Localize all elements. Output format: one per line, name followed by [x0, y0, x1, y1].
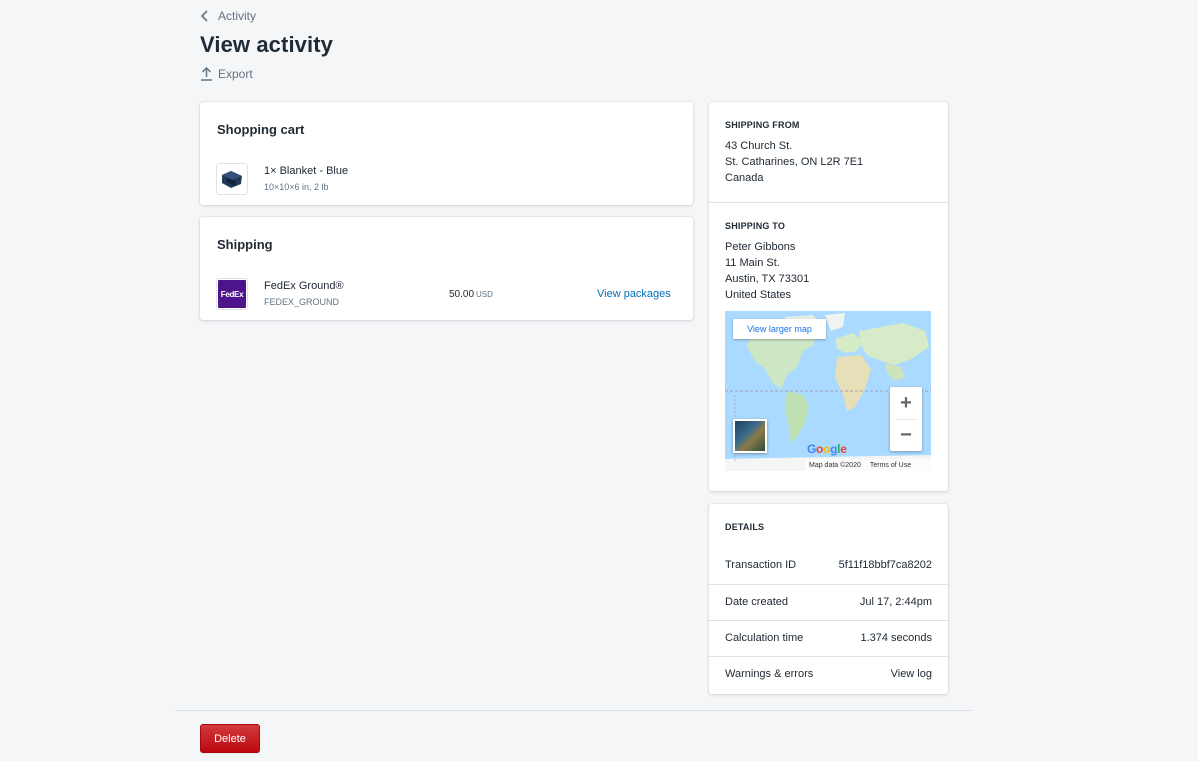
product-thumbnail: [216, 163, 248, 195]
to-line-1: Peter Gibbons: [725, 241, 796, 253]
activity-page: Activity View activity Export Shopping c…: [0, 0, 1198, 761]
export-button[interactable]: Export: [200, 67, 253, 81]
breadcrumb-back[interactable]: Activity: [200, 9, 256, 23]
export-label: Export: [218, 67, 253, 81]
service-code: FEDEX_GROUND: [264, 297, 340, 307]
shipping-title: Shipping: [217, 237, 273, 252]
footer-divider: [175, 710, 973, 711]
to-line-3: Austin, TX 73301: [725, 273, 810, 285]
details-label: DETAILS: [725, 522, 765, 532]
item-name: 1× Blanket - Blue: [264, 165, 349, 177]
detail-row-date-created: Date created Jul 17, 2:44pm: [709, 584, 948, 620]
carrier-logo: FedEx: [216, 278, 248, 310]
chevron-left-icon: [200, 10, 208, 22]
satellite-toggle-button[interactable]: [733, 419, 767, 453]
map-data-credit: Map data ©2020: [809, 461, 861, 469]
detail-key: Transaction ID: [725, 559, 797, 571]
from-line-1: 43 Church St.: [725, 140, 793, 152]
zoom-in-button[interactable]: +: [890, 387, 922, 419]
to-line-2: 11 Main St.: [725, 257, 780, 269]
view-packages-link[interactable]: View packages: [597, 288, 671, 300]
detail-value: 5f11f18bbf7ca8202: [838, 559, 932, 571]
detail-value: Jul 17, 2:44pm: [859, 596, 932, 608]
detail-row-warnings: Warnings & errors View log: [709, 656, 948, 692]
from-line-2: St. Catharines, ON L2R 7E1: [725, 156, 864, 168]
google-logo: Google: [807, 442, 847, 456]
shipping-from-label: SHIPPING FROM: [725, 120, 800, 130]
view-larger-map-button[interactable]: View larger map: [733, 319, 826, 339]
blanket-image-icon: [222, 171, 242, 188]
zoom-controls: + −: [890, 387, 922, 451]
map-footer: Map data ©2020 Terms of Use: [805, 459, 931, 471]
item-dimensions: 10×10×6 in, 2 lb: [264, 182, 329, 192]
page-title: View activity: [200, 32, 333, 57]
detail-value: 1.374 seconds: [860, 632, 932, 644]
details-card: DETAILS Transaction ID 5f11f18bbf7ca8202…: [709, 504, 948, 694]
delete-button[interactable]: Delete: [200, 724, 260, 753]
terms-of-use-link[interactable]: Terms of Use: [870, 462, 911, 469]
upload-icon: [201, 67, 212, 81]
from-line-3: Canada: [725, 172, 764, 184]
detail-row-transaction-id: Transaction ID 5f11f18bbf7ca8202: [709, 548, 948, 584]
world-map[interactable]: View larger map + − Google Map data ©202…: [725, 311, 931, 471]
detail-key: Date created: [725, 596, 788, 608]
view-log-link[interactable]: View log: [891, 668, 932, 680]
detail-row-calculation-time: Calculation time 1.374 seconds: [709, 620, 948, 656]
shopping-cart-card: Shopping cart 1× Blanket - Blue 10×10×6 …: [200, 102, 693, 205]
cart-title: Shopping cart: [217, 122, 305, 137]
breadcrumb-label: Activity: [218, 9, 257, 23]
to-line-4: United States: [725, 289, 792, 301]
price-currency: USD: [476, 290, 493, 299]
fedex-logo-icon: FedEx: [218, 280, 246, 308]
service-name: FedEx Ground®: [264, 280, 344, 292]
addresses-card: SHIPPING FROM 43 Church St. St. Catharin…: [709, 102, 948, 491]
address-divider: [709, 202, 948, 203]
shipping-price: 50.00 USD: [449, 289, 493, 300]
detail-key: Calculation time: [725, 632, 804, 644]
price-amount: 50.00: [449, 289, 475, 300]
detail-key: Warnings & errors: [725, 668, 814, 680]
shipping-to-label: SHIPPING TO: [725, 221, 786, 231]
shipping-card: Shipping FedEx FedEx Ground® FEDEX_GROUN…: [200, 217, 693, 320]
zoom-out-button[interactable]: −: [890, 419, 922, 451]
